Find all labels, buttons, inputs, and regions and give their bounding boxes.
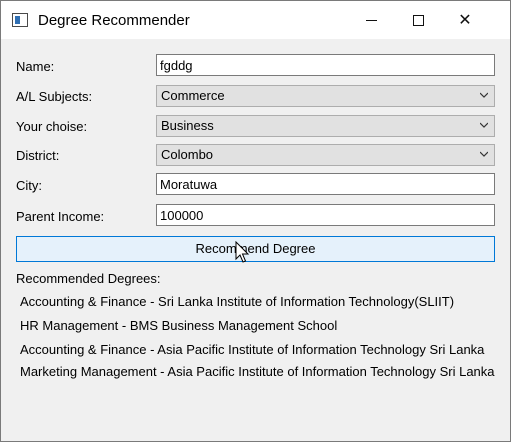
district-selected-value: Colombo — [161, 147, 214, 162]
results-heading: Recommended Degrees: — [16, 271, 161, 286]
result-item: HR Management - BMS Business Management … — [20, 318, 338, 333]
result-item: Accounting & Finance - Asia Pacific Inst… — [20, 342, 485, 357]
subjects-dropdown[interactable]: Commerce — [156, 85, 495, 107]
city-field[interactable] — [156, 173, 495, 195]
name-label: Name: — [16, 59, 55, 74]
chevron-down-icon — [480, 151, 488, 157]
city-label: City: — [16, 178, 42, 193]
choice-selected-value: Business — [161, 118, 214, 133]
name-field[interactable] — [156, 54, 495, 76]
window-title: Degree Recommender — [38, 12, 190, 29]
district-dropdown[interactable]: Colombo — [156, 144, 495, 166]
maximize-button[interactable] — [395, 1, 441, 39]
mouse-cursor-icon — [235, 241, 250, 263]
subjects-label: A/L Subjects: — [16, 89, 93, 104]
choice-label: Your choise: — [16, 119, 88, 134]
result-item: Marketing Management - Asia Pacific Inst… — [20, 364, 495, 379]
subjects-selected-value: Commerce — [161, 88, 225, 103]
district-label: District: — [16, 148, 60, 163]
chevron-down-icon — [480, 92, 488, 98]
minimize-button[interactable] — [348, 1, 394, 39]
income-field[interactable] — [156, 204, 495, 226]
app-window: Degree Recommender ✕ Name: A/L Subjects:… — [0, 0, 511, 442]
chevron-down-icon — [480, 122, 488, 128]
maximize-icon — [412, 14, 424, 26]
recommend-degree-button[interactable]: Recommend Degree — [16, 236, 495, 262]
app-icon — [12, 13, 28, 27]
close-icon: ✕ — [458, 12, 472, 29]
title-bar[interactable]: Degree Recommender ✕ — [1, 1, 510, 39]
choice-dropdown[interactable]: Business — [156, 115, 495, 137]
close-button[interactable]: ✕ — [442, 1, 488, 39]
income-label: Parent Income: — [16, 209, 105, 224]
result-item: Accounting & Finance - Sri Lanka Institu… — [20, 294, 455, 309]
minimize-icon — [365, 19, 377, 21]
